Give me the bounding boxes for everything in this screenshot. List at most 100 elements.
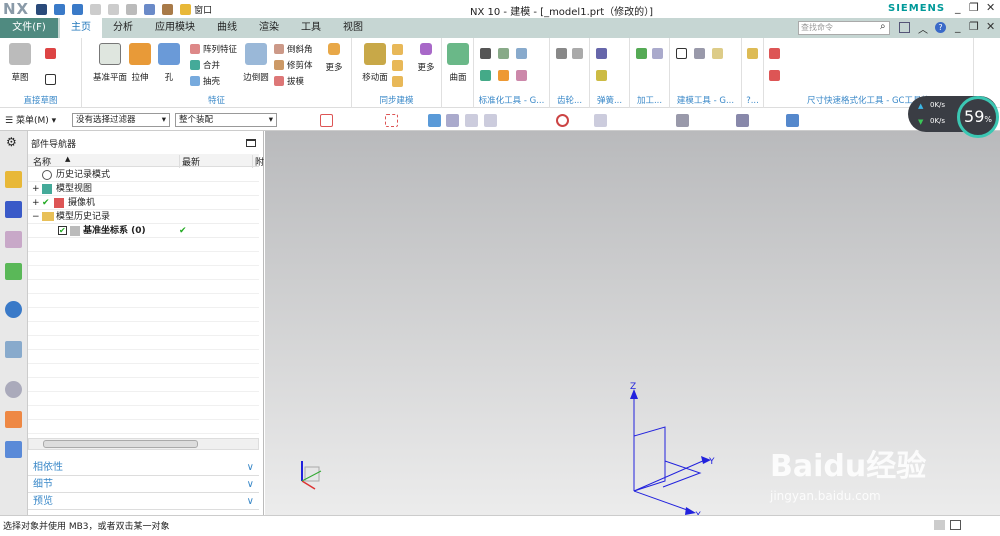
display-icon[interactable] xyxy=(736,114,749,127)
collapse-icon[interactable]: − xyxy=(32,210,40,224)
spring-tool-icon[interactable] xyxy=(596,48,607,59)
window-menu[interactable]: 窗口 xyxy=(194,3,212,16)
doc-minimize-button[interactable]: _ xyxy=(955,20,961,33)
render-style-icon[interactable] xyxy=(786,114,799,127)
horizontal-scrollbar[interactable] xyxy=(28,438,259,450)
edge-blend-button[interactable]: 边倒圆 xyxy=(240,43,272,83)
filter-icon[interactable] xyxy=(320,114,333,127)
scrollbar-thumb[interactable] xyxy=(43,440,198,448)
pattern-feature-button[interactable]: 阵列特征 xyxy=(190,43,237,55)
doc-restore-button[interactable]: ❐ xyxy=(969,20,979,33)
shaded-view-icon[interactable] xyxy=(428,114,441,127)
status-icon-2[interactable] xyxy=(950,520,961,530)
trim-body-button[interactable]: 修剪体 xyxy=(274,59,313,71)
part-navigator-icon[interactable] xyxy=(5,231,22,248)
spring-tool-icon[interactable] xyxy=(596,70,607,81)
redo-icon[interactable] xyxy=(72,3,84,15)
search-icon[interactable]: ⌕ xyxy=(880,21,886,32)
fullscreen-icon[interactable] xyxy=(899,22,910,33)
selection-filter-dropdown[interactable]: 没有选择过滤器 xyxy=(72,113,170,127)
minimize-button[interactable]: _ xyxy=(955,1,961,14)
tab-analysis[interactable]: 分析 xyxy=(102,18,144,38)
snap-point-icon[interactable] xyxy=(446,114,459,127)
constraint-navigator-icon[interactable] xyxy=(5,201,22,218)
web-browser-icon[interactable] xyxy=(5,301,22,318)
system-materials-icon[interactable] xyxy=(5,411,22,428)
undo-icon[interactable] xyxy=(54,3,66,15)
std-tool-icon[interactable] xyxy=(516,48,527,59)
modeling-tool-icon[interactable] xyxy=(712,48,723,59)
std-tool-icon[interactable] xyxy=(498,48,509,59)
panel-dependencies[interactable]: 相依性 ∨ xyxy=(28,459,259,476)
restore-button[interactable]: ❐ xyxy=(969,1,979,14)
surface-button[interactable]: 曲面 xyxy=(446,43,470,83)
touch-mode-icon[interactable] xyxy=(162,3,174,15)
sketch-button[interactable]: 草图 xyxy=(6,43,34,83)
sync-icon-3[interactable] xyxy=(392,76,403,87)
extrude-button[interactable]: 拉伸 xyxy=(128,43,152,83)
chamfer-button[interactable]: 倒斜角 xyxy=(274,43,313,55)
sync-icon-1[interactable] xyxy=(392,44,403,55)
window-icon[interactable] xyxy=(180,3,192,15)
profile-icon[interactable] xyxy=(45,48,56,59)
copy-icon[interactable] xyxy=(108,3,120,15)
std-tool-icon[interactable] xyxy=(498,70,509,81)
save-icon[interactable] xyxy=(36,3,48,15)
column-latest[interactable]: 最新 xyxy=(179,155,200,168)
tab-home[interactable]: 主页 xyxy=(60,18,102,38)
hole-button[interactable]: 孔 xyxy=(157,43,181,83)
tab-tools[interactable]: 工具 xyxy=(290,18,332,38)
panel-preview[interactable]: 预览 ∨ xyxy=(28,493,259,510)
dimension-tool-icon[interactable] xyxy=(769,70,780,81)
panel-details[interactable]: 细节 ∨ xyxy=(28,476,259,493)
feature-more-button[interactable]: 更多 xyxy=(322,43,346,73)
tree-item-cameras[interactable]: + ✔ 摄像机 xyxy=(28,196,259,210)
collapse-ribbon-icon[interactable]: ︿ xyxy=(918,21,928,36)
graphics-window[interactable]: Z Y X Baidu经验 jingyan.baidu.com xyxy=(265,131,1000,521)
datum-plane-button[interactable]: 基准平面 xyxy=(90,43,130,83)
tree-item-datum-csys[interactable]: ✔ 基准坐标系 (0) ✔ xyxy=(28,224,259,238)
close-button[interactable]: ✕ xyxy=(986,1,995,14)
status-icon-1[interactable] xyxy=(934,520,945,530)
select-box-icon[interactable] xyxy=(385,114,398,127)
tab-curve[interactable]: 曲线 xyxy=(206,18,248,38)
gear-tool-icon[interactable] xyxy=(572,48,583,59)
doc-close-button[interactable]: ✕ xyxy=(986,20,995,33)
misc-tool-icon[interactable] xyxy=(747,48,758,59)
tree-item-model-views[interactable]: + 模型视图 xyxy=(28,182,259,196)
visibility-checkbox[interactable]: ✔ xyxy=(58,226,67,235)
snap-end-icon[interactable] xyxy=(465,114,478,127)
tab-view[interactable]: 视图 xyxy=(332,18,374,38)
history-icon[interactable] xyxy=(5,341,22,358)
tab-file[interactable]: 文件(F) xyxy=(0,18,58,38)
role-icon[interactable] xyxy=(5,441,22,458)
assembly-navigator-icon[interactable] xyxy=(5,171,22,188)
machining-tool-icon[interactable] xyxy=(652,48,663,59)
tree-item-model-history[interactable]: − 模型历史记录 xyxy=(28,210,259,224)
menu-button[interactable]: ☰ 菜单(M) ▾ xyxy=(5,113,56,126)
column-name[interactable]: 名称 xyxy=(33,155,51,168)
repeat-command-icon[interactable] xyxy=(144,3,156,15)
cut-icon[interactable] xyxy=(90,3,102,15)
std-tool-icon[interactable] xyxy=(480,48,491,59)
sync-more-button[interactable]: 更多 xyxy=(414,43,438,73)
std-tool-icon[interactable] xyxy=(516,70,527,81)
gear-tool-icon[interactable] xyxy=(556,48,567,59)
triangle-icon[interactable] xyxy=(676,48,687,59)
rectangle-icon[interactable] xyxy=(45,74,56,85)
tree-item-history-mode[interactable]: 历史记录模式 xyxy=(28,168,259,182)
column-attach[interactable]: 附 xyxy=(252,155,264,168)
dimension-tool-icon[interactable] xyxy=(769,48,780,59)
help-icon[interactable]: ? xyxy=(935,22,946,33)
cpu-gauge[interactable]: 59% xyxy=(957,96,999,138)
settings-icon[interactable]: ⚙ xyxy=(6,135,17,149)
draft-button[interactable]: 拔模 xyxy=(274,75,304,87)
maximize-icon[interactable] xyxy=(246,139,256,147)
snap-cross-icon[interactable] xyxy=(594,114,607,127)
reuse-library-icon[interactable] xyxy=(5,263,22,280)
std-tool-icon[interactable] xyxy=(480,70,491,81)
paste-icon[interactable] xyxy=(126,3,138,15)
snap-center-icon[interactable] xyxy=(556,114,569,127)
snap-mid-icon[interactable] xyxy=(484,114,497,127)
shell-button[interactable]: 抽壳 xyxy=(190,75,220,87)
